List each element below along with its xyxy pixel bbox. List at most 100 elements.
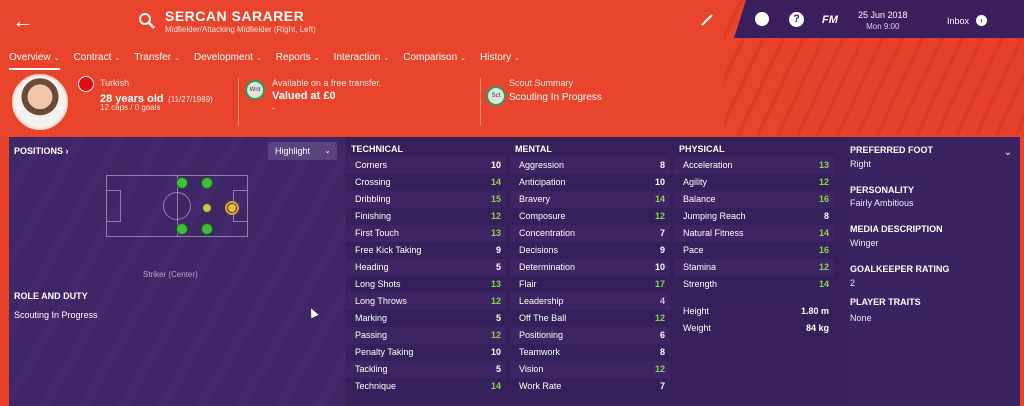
attribute-name: Finishing: [355, 211, 392, 221]
position-dot-mr[interactable]: [201, 223, 213, 235]
attribute-name: Dribbling: [355, 194, 391, 204]
attribute-value: 14: [654, 194, 665, 204]
tab-development[interactable]: Development ⌄: [194, 52, 262, 70]
technical-attribute-row[interactable]: Marking 5: [346, 310, 506, 327]
attribute-value: 8: [659, 347, 665, 357]
position-dot-st: [228, 204, 236, 212]
position-dot-amr[interactable]: [176, 223, 188, 235]
player-avatar[interactable]: [12, 74, 68, 130]
technical-attribute-row[interactable]: Passing 12: [346, 327, 506, 344]
player-name: SERCAN SARARER: [165, 8, 305, 24]
attribute-value: 7: [659, 228, 665, 238]
attribute-name: Marking: [355, 313, 388, 323]
mental-attribute-row[interactable]: Determination 10: [510, 259, 670, 276]
attribute-name: Passing: [355, 330, 388, 340]
game-date[interactable]: 25 Jun 2018 Mon 9:00: [858, 10, 908, 32]
technical-attribute-row[interactable]: Free Kick Taking 9: [346, 242, 506, 259]
physical-attribute-row[interactable]: Natural Fitness 14: [674, 225, 834, 242]
mental-attribute-row[interactable]: Flair 17: [510, 276, 670, 293]
physical-attribute-row[interactable]: Pace 16: [674, 242, 834, 259]
physical-attribute-row[interactable]: Stamina 12: [674, 259, 834, 276]
attribute-value: 12: [654, 211, 665, 221]
media-description-title: MEDIA DESCRIPTION: [850, 224, 943, 234]
physical-attribute-row[interactable]: Strength 14: [674, 276, 834, 293]
technical-title: TECHNICAL: [351, 144, 403, 154]
technical-attribute-row[interactable]: Tackling 5: [346, 361, 506, 378]
search-icon[interactable]: [138, 12, 156, 30]
chevron-down-icon: ⌄: [460, 55, 467, 62]
attribute-value: 13: [490, 228, 501, 238]
tab-contract[interactable]: Contract ⌄: [74, 52, 121, 70]
player-value: Valued at £0: [272, 90, 336, 102]
attribute-value: 10: [490, 347, 501, 357]
position-dot-ml[interactable]: [201, 177, 213, 189]
technical-attribute-row[interactable]: Long Shots 13: [346, 276, 506, 293]
mental-attribute-row[interactable]: Concentration 7: [510, 225, 670, 242]
technical-attribute-row[interactable]: Crossing 14: [346, 174, 506, 191]
attribute-name: Natural Fitness: [683, 228, 744, 238]
attribute-value: 5: [495, 313, 501, 323]
physical-attribute-row[interactable]: Jumping Reach 8: [674, 208, 834, 225]
technical-attribute-row[interactable]: Finishing 12: [346, 208, 506, 225]
mental-attribute-row[interactable]: Anticipation 10: [510, 174, 670, 191]
mental-attribute-row[interactable]: Off The Ball 12: [510, 310, 670, 327]
technical-attribute-row[interactable]: Corners 10: [346, 157, 506, 174]
physical-attribute-row[interactable]: Acceleration 13: [674, 157, 834, 174]
tab-reports[interactable]: Reports ⌄: [276, 52, 320, 70]
mental-attribute-row[interactable]: Aggression 8: [510, 157, 670, 174]
attribute-name: Penalty Taking: [355, 347, 414, 357]
attribute-name: Balance: [683, 194, 716, 204]
mental-attribute-row[interactable]: Work Rate 7: [510, 378, 670, 395]
date-of-birth: (11/27/1989): [168, 95, 213, 104]
chevron-down-icon: ⌄: [383, 55, 390, 62]
chevron-down-icon[interactable]: ⌄: [1004, 147, 1012, 158]
technical-attribute-row[interactable]: First Touch 13: [346, 225, 506, 242]
transfer-status-badge[interactable]: Wnt: [245, 80, 265, 100]
tab-overview[interactable]: Overview ⌄: [9, 52, 60, 70]
technical-attribute-row[interactable]: Technique 14: [346, 378, 506, 395]
mental-attribute-row[interactable]: Teamwork 8: [510, 344, 670, 361]
inbox-arrow-icon[interactable]: ›: [976, 15, 987, 26]
physical-attribute-row[interactable]: Balance 16: [674, 191, 834, 208]
attribute-value: 15: [490, 194, 501, 204]
transfer-extra: -: [272, 104, 275, 113]
technical-attribute-row[interactable]: Long Throws 12: [346, 293, 506, 310]
tab-comparison[interactable]: Comparison ⌄: [403, 52, 466, 70]
technical-attribute-row[interactable]: Penalty Taking 10: [346, 344, 506, 361]
attribute-name: Flair: [519, 279, 537, 289]
edit-pencil-icon[interactable]: [700, 13, 714, 27]
physical-column: PHYSICAL Acceleration 13 Agility 12 Balance 1…: [674, 137, 834, 337]
mental-attribute-row[interactable]: Positioning 6: [510, 327, 670, 344]
tab-interaction[interactable]: Interaction ⌄: [334, 52, 390, 70]
mental-attribute-row[interactable]: Decisions 9: [510, 242, 670, 259]
attribute-name: Agility: [683, 177, 708, 187]
tab-history[interactable]: History ⌄: [480, 52, 520, 70]
attribute-value: 5: [495, 364, 501, 374]
mental-attribute-row[interactable]: Bravery 14: [510, 191, 670, 208]
attribute-name: Free Kick Taking: [355, 245, 422, 255]
mental-attribute-row[interactable]: Vision 12: [510, 361, 670, 378]
attribute-value: 17: [654, 279, 665, 289]
turkey-flag-icon[interactable]: [78, 76, 94, 92]
mental-attribute-row[interactable]: Leadership 4: [510, 293, 670, 310]
positions-title[interactable]: POSITIONS ›: [14, 146, 69, 156]
technical-attribute-row[interactable]: Heading 5: [346, 259, 506, 276]
physical-attribute-row[interactable]: Agility 12: [674, 174, 834, 191]
help-icon[interactable]: ?: [789, 12, 804, 27]
media-description-value: Winger: [850, 238, 879, 248]
inbox-link[interactable]: Inbox: [947, 16, 969, 26]
mental-attribute-row[interactable]: Composure 12: [510, 208, 670, 225]
position-dot-amc[interactable]: [203, 204, 211, 212]
scout-badge[interactable]: Sct: [486, 86, 506, 106]
football-icon[interactable]: [755, 12, 769, 26]
scout-status: Scouting In Progress: [509, 92, 602, 103]
back-arrow-icon[interactable]: ←: [12, 9, 36, 33]
position-pitch: [106, 175, 248, 237]
attribute-value: 8: [659, 160, 665, 170]
tab-transfer[interactable]: Transfer ⌄: [134, 52, 180, 70]
position-dot-aml[interactable]: [176, 177, 188, 189]
technical-attribute-row[interactable]: Dribbling 15: [346, 191, 506, 208]
highlight-dropdown[interactable]: Highlight ⌄: [268, 142, 337, 160]
fm-logo[interactable]: FM: [822, 14, 838, 26]
attribute-value: 10: [654, 177, 665, 187]
